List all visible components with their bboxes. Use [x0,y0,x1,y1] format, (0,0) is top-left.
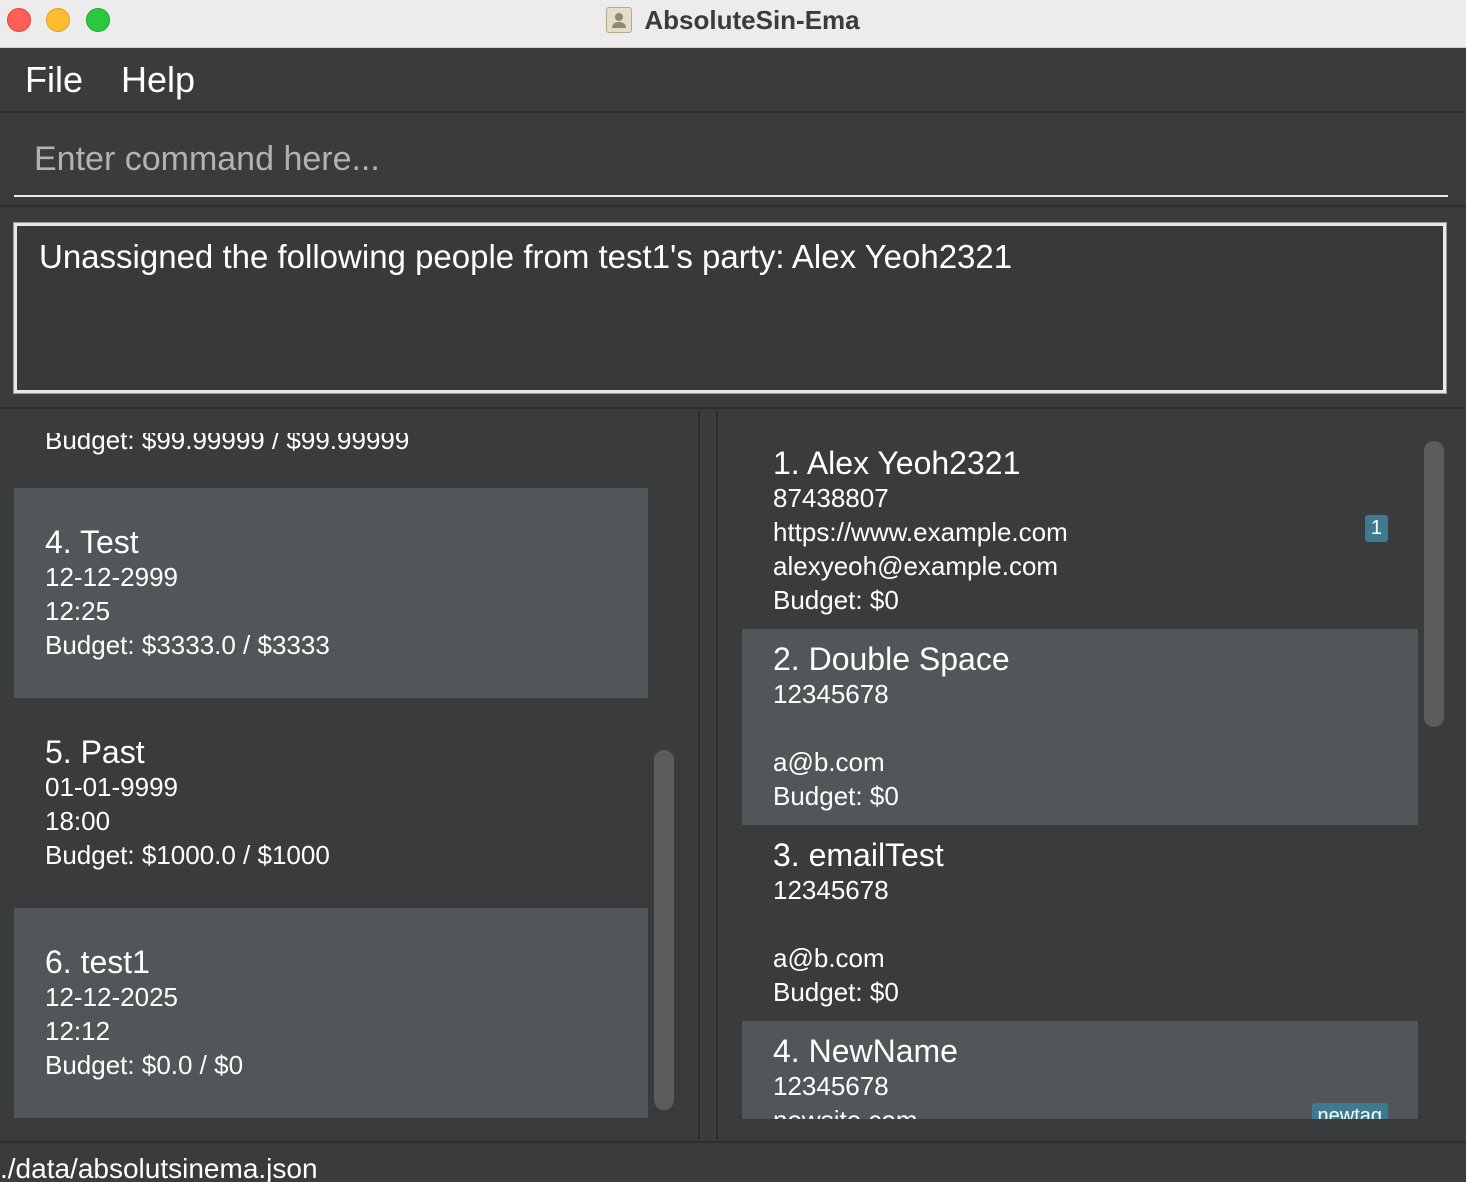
save-location: ./data/absolutsinema.json [0,1153,318,1182]
result-display-area: Unassigned the following people from tes… [0,209,1466,409]
person-phone: 12345678 [773,875,889,905]
person-phone: 12345678 [773,679,889,709]
event-date: 01-01-9999 [45,772,178,802]
event-budget: Budget: $0.0 / $0 [45,1050,244,1080]
person-list[interactable]: 1. Alex Yeoh2321 87438807 https://www.ex… [742,433,1418,1119]
event-list-panel: Budget: $99.99999 / $99.99999 4. Test 12… [0,411,700,1139]
person-card[interactable]: 1. Alex Yeoh2321 87438807 https://www.ex… [742,433,1418,629]
person-name: 2. Double Space [773,641,1010,677]
event-time: 18:00 [45,806,111,836]
event-date: 12-12-2999 [45,562,178,592]
person-email: a@b.com [773,943,885,973]
person-tag: 1 [1364,515,1388,542]
event-card[interactable]: 4. Test 12-12-2999 12:25 Budget: $3333.0… [14,488,648,698]
person-tag: newtag [1311,1103,1388,1119]
person-budget: Budget: $0 [773,781,899,811]
person-card[interactable]: 2. Double Space 12345678 a@b.com Budget:… [742,629,1418,825]
person-list-panel: 1. Alex Yeoh2321 87438807 https://www.ex… [716,411,1466,1139]
event-budget: Budget: $99.99999 / $99.99999 [45,433,410,455]
person-name: 1. Alex Yeoh2321 [773,445,1021,481]
person-phone: 87438807 [773,483,889,513]
person-phone: 12345678 [773,1071,889,1101]
menu-help[interactable]: Help [121,59,195,101]
person-website [773,907,1418,941]
event-name: 5. Past [45,734,145,770]
app-icon [606,7,633,33]
person-budget: Budget: $0 [773,977,899,1007]
result-display[interactable]: Unassigned the following people from tes… [13,222,1447,394]
event-budget: Budget: $1000.0 / $1000 [45,840,330,870]
command-input[interactable] [14,123,1448,197]
window-title: AbsoluteSin-Ema [644,4,860,35]
person-name: 4. NewName [773,1033,958,1069]
event-card[interactable]: 6. test1 12-12-2025 12:12 Budget: $0.0 /… [14,908,648,1118]
person-list-scrollbar[interactable] [1424,441,1444,727]
person-email: alexyeoh@example.com [773,551,1059,581]
status-bar: ./data/absolutsinema.json [0,1141,1466,1182]
event-time: 12:25 [45,596,111,626]
event-list[interactable]: Budget: $99.99999 / $99.99999 4. Test 12… [14,433,648,1119]
person-email: a@b.com [773,747,885,777]
person-website: https://www.example.com [773,517,1068,547]
window-title-group: AbsoluteSin-Ema [0,0,1466,40]
window-titlebar: AbsoluteSin-Ema [0,0,1466,48]
person-budget: Budget: $0 [773,585,899,615]
event-date: 12-12-2025 [45,982,178,1012]
event-card[interactable]: 5. Past 01-01-9999 18:00 Budget: $1000.0… [14,698,648,908]
event-name: 4. Test [45,524,139,560]
event-list-scrollbar[interactable] [654,750,674,1110]
result-message: Unassigned the following people from tes… [39,238,1013,275]
menu-bar: File Help [0,49,1466,113]
panel-divider[interactable] [700,411,716,1139]
menu-file[interactable]: File [25,59,83,101]
person-card[interactable]: 4. NewName 12345678 newsite.com newtag [742,1021,1418,1119]
event-time: 12:12 [45,1016,111,1046]
person-card[interactable]: 3. emailTest 12345678 a@b.com Budget: $0 [742,825,1418,1021]
person-name: 3. emailTest [773,837,944,873]
event-budget: Budget: $3333.0 / $3333 [45,630,330,660]
person-website [773,711,1418,745]
event-card-partial[interactable]: Budget: $99.99999 / $99.99999 [14,433,648,488]
command-box [0,115,1466,207]
event-name: 6. test1 [45,944,150,980]
